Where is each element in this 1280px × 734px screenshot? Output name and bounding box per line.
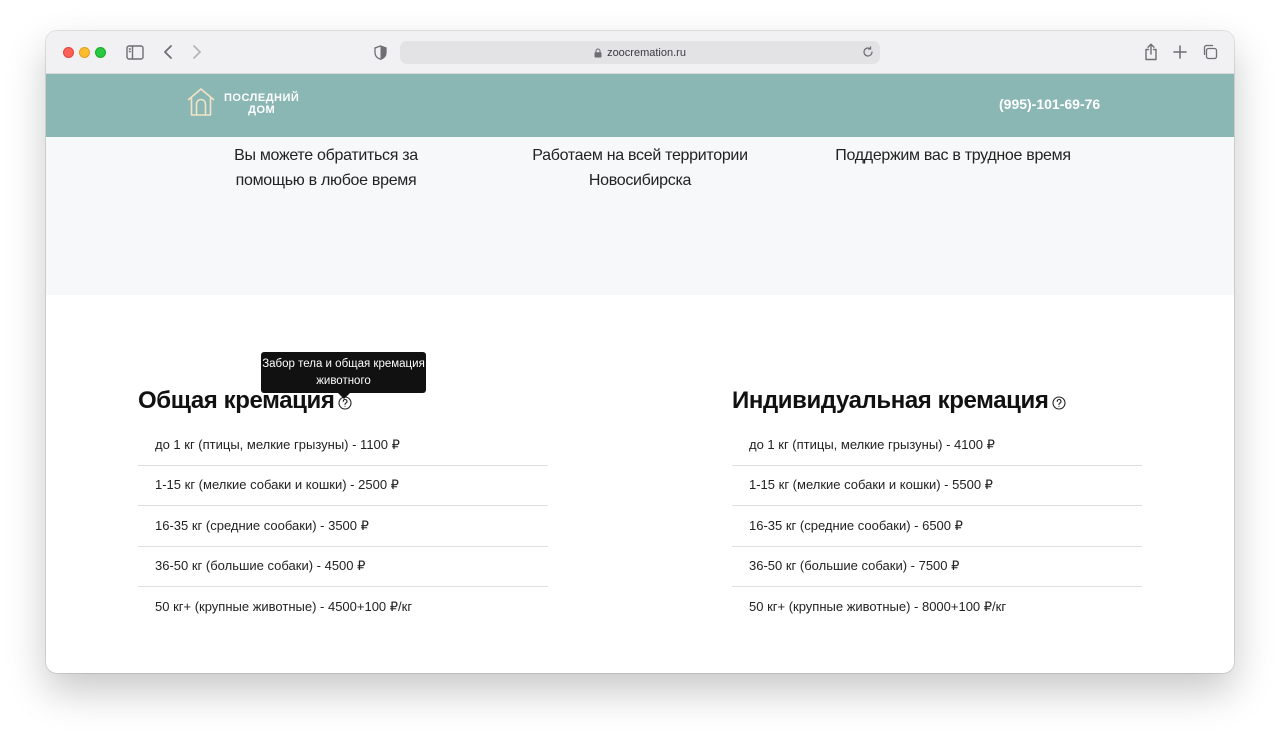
price-row: 50 кг+ (крупные животные) - 4500+100 ₽/к… (155, 599, 413, 615)
url-text: zoocremation.ru (607, 46, 686, 59)
site-header: ПОСЛЕДНИЙ ДОМ (995)-101-69-76 (46, 74, 1234, 137)
price-row: 1-15 кг (мелкие собаки и кошки) - 5500 ₽ (732, 466, 1142, 506)
price-row: до 1 кг (птицы, мелкие грызуны) - 4100 ₽ (732, 425, 1142, 466)
browser-window: zoocremation.ru ПОСЛЕДНИЙ ДОМ (995)-101-… (46, 31, 1234, 673)
tooltip: Забор тела и общая кремация животного (261, 352, 426, 399)
minimize-window-button[interactable] (79, 47, 90, 58)
price-row: 16-35 кг (средние сообаки) - 6500 ₽ (732, 506, 1142, 547)
zoom-window-button[interactable] (95, 47, 106, 58)
site-logo[interactable]: ПОСЛЕДНИЙ ДОМ (186, 87, 300, 122)
feature-text: Поддержим вас в трудное время (835, 147, 1071, 164)
house-icon (186, 87, 216, 122)
price-row: 36-50 кг (большие собаки) - 7500 ₽ (732, 547, 1142, 587)
address-bar[interactable]: zoocremation.ru (400, 41, 880, 64)
price-row: 1-15 кг (мелкие собаки и кошки) - 2500 ₽ (138, 466, 548, 506)
sidebar-icon[interactable] (126, 44, 144, 60)
chevron-left-icon[interactable] (160, 43, 176, 61)
chevron-right-icon[interactable] (189, 43, 205, 61)
browser-toolbar: zoocremation.ru (46, 31, 1234, 74)
question-icon[interactable] (1052, 395, 1067, 410)
share-icon[interactable] (1142, 42, 1160, 62)
phone-number-link[interactable]: (995)-101-69-76 (999, 96, 1100, 112)
feature-text: Вы можете обратиться за помощью в любое … (234, 147, 418, 189)
individual-price-list: до 1 кг (птицы, мелкие грызуны) - 4100 ₽… (732, 425, 1142, 628)
reload-icon[interactable] (862, 46, 874, 58)
feature-text: Работаем на всей территории Новосибирска (532, 147, 748, 189)
individual-cremation-title: Индивидуальная кремация (732, 385, 1142, 417)
price-row: 16-35 кг (средние сообаки) - 3500 ₽ (138, 506, 548, 547)
close-window-button[interactable] (63, 47, 74, 58)
tab-overview-icon[interactable] (1201, 43, 1219, 61)
general-price-list: до 1 кг (птицы, мелкие грызуны) - 1100 ₽… (138, 425, 548, 628)
privacy-shield-icon[interactable] (373, 43, 387, 61)
price-row: 36-50 кг (большие собаки) - 4500 ₽ (138, 547, 548, 587)
individual-cremation-block: Индивидуальная кремация до 1 кг (птицы, … (732, 385, 1142, 628)
plus-icon[interactable] (1171, 43, 1189, 61)
general-cremation-block: Общая кремация до 1 кг (птицы, мелкие гр… (138, 385, 548, 628)
price-row: 50 кг+ (крупные животные) - 8000+100 ₽/к… (749, 599, 1007, 615)
features-section: Вы можете обратиться за помощью в любое … (46, 137, 1234, 295)
price-row: до 1 кг (птицы, мелкие грызуны) - 1100 ₽ (138, 425, 548, 466)
lock-icon (594, 47, 602, 58)
logo-text: ПОСЛЕДНИЙ ДОМ (224, 92, 300, 116)
